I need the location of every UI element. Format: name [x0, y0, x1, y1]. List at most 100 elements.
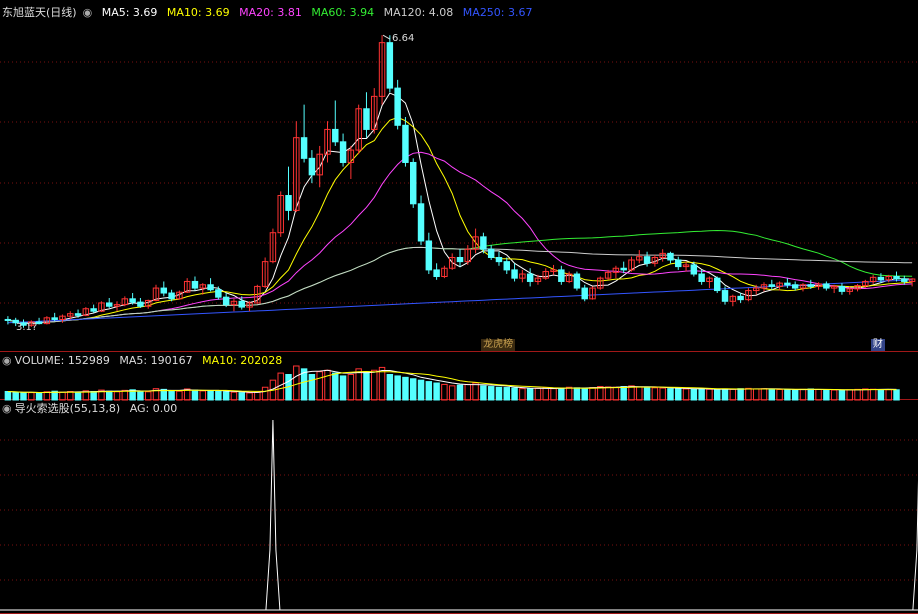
volume-bar	[659, 387, 666, 401]
candle-body	[433, 269, 440, 278]
ma250-label: MA250: 3.67	[462, 6, 533, 19]
volume-panel-header: ◉ VOLUME: 152989 MA5: 190167 MA10: 202028	[2, 354, 288, 368]
volume-bar	[168, 390, 175, 401]
ma120-label: MA120: 4.08	[383, 6, 454, 19]
candle-body	[511, 269, 518, 279]
candle-body	[106, 302, 113, 307]
candle-body	[417, 203, 425, 242]
volume-bar	[90, 391, 97, 401]
volume-bar	[862, 388, 869, 401]
ma60-label: MA60: 3.94	[311, 6, 375, 19]
volume-bar	[332, 372, 339, 401]
volume-bar	[199, 390, 206, 401]
volume-bar	[464, 383, 472, 401]
candle-body	[425, 240, 433, 271]
ag-signal-spike	[265, 419, 281, 611]
candle-body	[339, 141, 347, 163]
volume-bar	[745, 387, 752, 401]
stock-title[interactable]: 东旭蓝天(日线)	[2, 6, 77, 19]
ma10-line	[7, 116, 913, 324]
volume-bar	[487, 386, 495, 401]
volume-bar	[261, 386, 269, 401]
candle-body	[877, 276, 885, 281]
event-tag-dragon-tiger[interactable]: 龙虎榜	[481, 339, 516, 351]
volume-bar	[347, 374, 355, 401]
volume-bar	[176, 390, 183, 401]
candle-body	[222, 296, 230, 306]
candle-body	[410, 161, 417, 205]
volume-bar	[893, 389, 900, 401]
volume-bar	[558, 387, 565, 401]
ma5-label: MA5: 3.69	[101, 6, 158, 19]
volume-bar	[215, 391, 222, 401]
candle-body	[137, 301, 144, 307]
volume-bar	[807, 388, 814, 401]
candle-body	[620, 267, 627, 271]
candle-body	[90, 308, 97, 312]
ma5-line	[7, 92, 913, 324]
volume-bar	[316, 371, 323, 401]
volume-bar	[113, 391, 121, 401]
candle-body	[207, 284, 214, 291]
volume-bar	[542, 387, 549, 401]
volume-bar	[636, 386, 643, 401]
candle-body	[456, 257, 464, 263]
candle-body	[675, 259, 682, 268]
volume-bar	[526, 388, 534, 401]
ma10-label: MA10: 3.69	[166, 6, 230, 19]
candle-body	[308, 157, 316, 176]
volume-bar	[830, 389, 838, 401]
volume-ma10-label: MA10: 202028	[202, 354, 283, 367]
settings-icon[interactable]: ◉	[2, 354, 12, 367]
candle-body	[901, 278, 908, 282]
volume-bar	[308, 374, 316, 401]
volume-bar	[4, 391, 12, 401]
volume-bar	[394, 375, 401, 401]
settings-icon[interactable]: ◉	[83, 6, 93, 19]
volume-bar	[386, 374, 394, 401]
volume-bar	[799, 388, 807, 401]
candle-body	[300, 137, 308, 159]
volume-bar	[472, 382, 479, 401]
candle-body	[784, 282, 791, 286]
candle-body	[526, 273, 534, 282]
event-tag-finance[interactable]: 财	[870, 339, 885, 351]
volume-bar	[495, 386, 503, 401]
volume-bar	[355, 368, 362, 401]
volume-bar	[620, 386, 627, 401]
volume-bar	[417, 379, 425, 401]
volume-bar	[597, 386, 604, 401]
volume-bar	[838, 389, 846, 401]
volume-bar	[238, 392, 245, 401]
ag-value-label: AG: 0.00	[129, 402, 178, 415]
volume-bar	[456, 384, 464, 401]
candle-body	[573, 273, 581, 289]
volume-bar	[20, 392, 27, 401]
volume-bar	[480, 385, 487, 401]
candle-body	[4, 318, 12, 321]
volume-bar	[550, 388, 557, 401]
volume-bar	[246, 392, 253, 401]
high-price-label: 6.64	[392, 33, 415, 45]
volume-bar	[254, 391, 261, 401]
volume-bar	[690, 388, 698, 401]
volume-bar	[207, 390, 214, 401]
settings-icon[interactable]: ◉	[2, 402, 12, 415]
volume-bar	[519, 388, 526, 401]
candle-body	[714, 277, 721, 292]
candle-body	[838, 285, 846, 292]
volume-bar	[534, 387, 542, 401]
volume-bar	[35, 392, 43, 401]
volume-bar	[604, 386, 612, 401]
candle-body	[737, 295, 744, 301]
volume-bar	[667, 388, 674, 401]
candle-body	[480, 236, 487, 250]
volume-bar	[222, 391, 230, 401]
candle-body	[74, 313, 82, 316]
candle-body	[386, 42, 394, 89]
volume-bar	[371, 369, 378, 401]
candle-body	[823, 283, 830, 289]
candle-body	[791, 284, 799, 289]
candle-body	[51, 317, 58, 320]
high-price-pointer	[382, 34, 391, 40]
